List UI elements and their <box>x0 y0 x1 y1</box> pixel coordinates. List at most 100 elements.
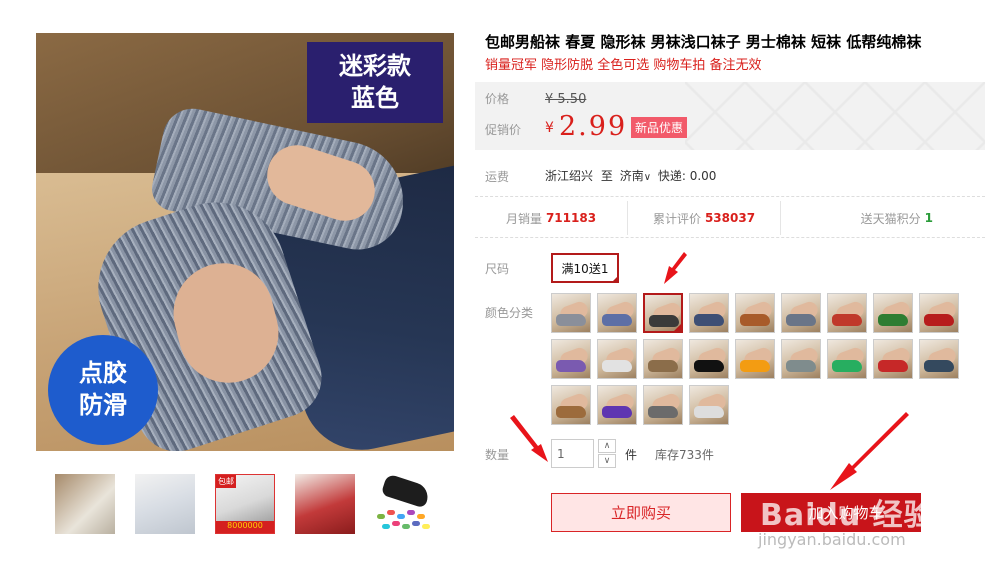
color-swatch[interactable] <box>735 293 775 333</box>
total-reviews[interactable]: 累计评价 538037 <box>628 201 781 235</box>
swatch-sock <box>602 406 632 418</box>
swatch-sock <box>878 360 908 372</box>
promo-currency: ¥ <box>545 120 554 136</box>
color-swatch[interactable] <box>551 339 591 379</box>
color-swatch[interactable] <box>735 339 775 379</box>
anti-slip-badge-line1: 点胶 <box>79 359 127 387</box>
thumbnail-1[interactable] <box>55 474 115 534</box>
thumbnail-2[interactable] <box>135 474 195 534</box>
color-swatch[interactable] <box>781 293 821 333</box>
color-swatch[interactable] <box>689 385 729 425</box>
color-swatch[interactable] <box>781 339 821 379</box>
swatch-sock <box>602 360 632 372</box>
buy-now-button[interactable]: 立即购买 <box>551 493 731 532</box>
thumbnail-5-dot <box>377 514 385 519</box>
tmall-points-value: 1 <box>924 211 933 225</box>
thumbnail-3[interactable]: 包邮 8000000 <box>215 474 275 534</box>
color-swatch[interactable] <box>873 293 913 333</box>
color-swatch[interactable] <box>827 293 867 333</box>
shipping-from: 浙江绍兴 <box>545 169 594 183</box>
color-swatch[interactable] <box>597 385 637 425</box>
color-swatch[interactable] <box>919 293 959 333</box>
tmall-points: 送天猫积分 1 <box>781 201 985 235</box>
swatch-sock <box>556 406 586 418</box>
thumbnail-5-dot <box>387 510 395 515</box>
price-label: 价格 <box>485 92 510 106</box>
thumbnail-5[interactable] <box>375 474 435 534</box>
quantity-increase-button[interactable]: ∧ <box>598 439 616 453</box>
main-product-image[interactable]: 迷彩款 蓝色 点胶 防滑 <box>36 33 454 451</box>
swatch-sock <box>556 360 586 372</box>
color-swatch[interactable] <box>919 339 959 379</box>
thumbnail-4[interactable] <box>295 474 355 534</box>
quantity-input[interactable]: 1 <box>551 439 594 468</box>
anti-slip-badge: 点胶 防滑 <box>48 335 158 445</box>
stats-row: 月销量 711183 累计评价 538037 送天猫积分 1 <box>475 201 985 235</box>
thumbnail-3-band: 8000000 <box>216 521 274 533</box>
shipping-info: 浙江绍兴 至 济南∨ 快递: 0.00 <box>545 167 716 184</box>
tmall-points-label: 送天猫积分 <box>860 211 921 226</box>
thumbnail-strip: 包邮 8000000 <box>55 474 435 534</box>
shipping-label: 运费 <box>485 170 510 184</box>
thumbnail-5-dot <box>382 524 390 529</box>
shipping-destination-select[interactable]: 济南∨ <box>620 169 655 183</box>
baidu-watermark-url: jingyan.baidu.com <box>758 530 906 549</box>
color-swatch[interactable] <box>643 339 683 379</box>
quantity-label: 数量 <box>485 448 510 462</box>
color-swatch[interactable] <box>643 293 683 333</box>
color-swatch[interactable] <box>551 293 591 333</box>
divider <box>475 196 985 197</box>
color-label: 颜色分类 <box>485 306 534 320</box>
swatch-sock <box>740 360 770 372</box>
swatch-sock <box>924 314 954 326</box>
swatch-sock <box>924 360 954 372</box>
color-swatch[interactable] <box>643 385 683 425</box>
original-price: ¥ 5.50 <box>545 92 587 107</box>
size-option-selected[interactable]: 满10送1 <box>551 253 619 283</box>
swatch-sock <box>878 314 908 326</box>
new-product-badge: 新品优惠 <box>631 117 688 138</box>
thumbnail-5-dot <box>412 521 420 526</box>
monthly-sales-label: 月销量 <box>505 211 542 226</box>
thumbnail-5-dot <box>402 524 410 529</box>
camo-style-tag-line2: 蓝色 <box>351 84 399 112</box>
swatch-sock <box>648 406 678 418</box>
thumbnail-5-dot <box>422 524 430 529</box>
swatch-sock <box>602 314 632 326</box>
stock-count: 库存733件 <box>655 448 714 462</box>
color-swatch[interactable] <box>597 339 637 379</box>
camo-style-tag-line1: 迷彩款 <box>339 52 411 80</box>
swatch-sock <box>648 360 678 372</box>
shipping-express: 快递: 0.00 <box>657 169 717 183</box>
color-swatch[interactable] <box>873 339 913 379</box>
swatch-sock <box>556 314 586 326</box>
swatch-sock <box>694 360 724 372</box>
product-title: 包邮男船袜 春夏 隐形袜 男袜浅口袜子 男士棉袜 短袜 低帮纯棉袜 <box>485 33 922 51</box>
color-swatch[interactable] <box>689 293 729 333</box>
swatch-sock <box>832 360 862 372</box>
quantity-decrease-button[interactable]: ∨ <box>598 454 616 468</box>
product-subtitle: 销量冠军 隐形防脱 全色可选 购物车拍 备注无效 <box>485 58 762 73</box>
thumbnail-3-tag: 包邮 <box>216 475 236 488</box>
color-swatch[interactable] <box>551 385 591 425</box>
baidu-watermark: Baidu 经验 <box>760 498 935 533</box>
thumbnail-5-dot <box>392 521 400 526</box>
quantity-unit: 件 <box>625 448 638 462</box>
size-label: 尺码 <box>485 262 510 276</box>
thumbnail-5-sock <box>380 474 432 509</box>
thumbnail-5-dot <box>407 510 415 515</box>
divider <box>475 237 985 238</box>
swatch-sock <box>694 406 724 418</box>
color-swatch[interactable] <box>689 339 729 379</box>
shipping-to-word: 至 <box>600 169 613 183</box>
color-swatch[interactable] <box>597 293 637 333</box>
swatch-sock <box>740 314 770 326</box>
color-swatch[interactable] <box>827 339 867 379</box>
thumbnail-5-dot <box>397 514 405 519</box>
price-panel-pattern <box>685 82 985 150</box>
swatch-sock <box>832 314 862 326</box>
total-reviews-value: 538037 <box>704 211 756 225</box>
swatch-sock <box>786 314 816 326</box>
annotation-arrow <box>664 252 687 284</box>
thumbnail-5-dot <box>417 514 425 519</box>
